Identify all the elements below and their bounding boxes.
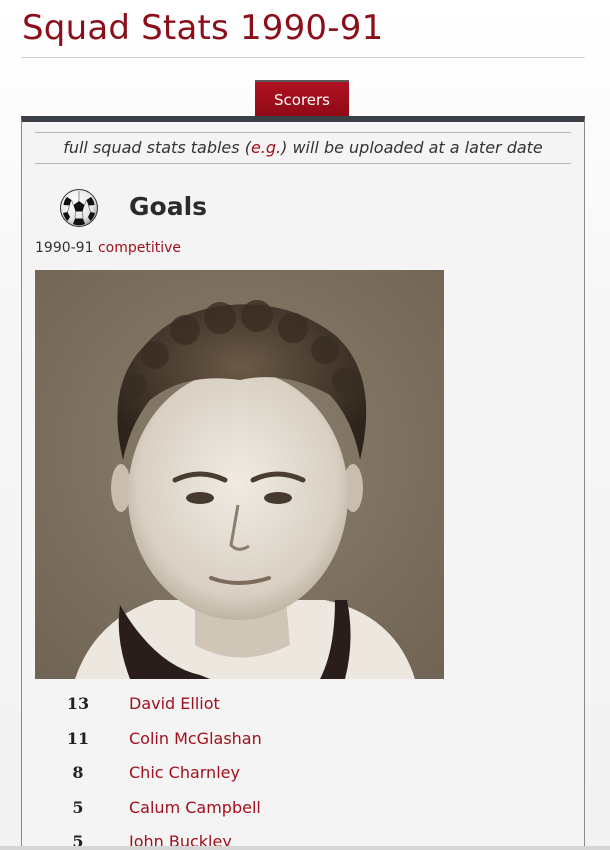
goal-count: 5 bbox=[72, 797, 84, 817]
scorer-row: 8 Chic Charnley bbox=[22, 759, 582, 794]
scorer-row: 5 Calum Campbell bbox=[22, 794, 582, 829]
scorers-list: 13 David Elliot 11 Colin McGlashan 8 Chi… bbox=[22, 690, 582, 850]
season-label: 1990-91 bbox=[35, 240, 94, 256]
scorer-row: 11 Colin McGlashan bbox=[22, 725, 582, 760]
scorer-row: 13 David Elliot bbox=[22, 690, 582, 725]
goal-count: 13 bbox=[66, 694, 90, 713]
football-icon bbox=[60, 189, 98, 227]
tab-scorers[interactable]: Scorers bbox=[255, 80, 349, 116]
player-link[interactable]: Chic Charnley bbox=[129, 763, 240, 782]
season-line: 1990-91 competitive bbox=[35, 240, 181, 256]
goal-count: 8 bbox=[72, 763, 84, 782]
player-link[interactable]: Calum Campbell bbox=[129, 798, 261, 817]
goal-count: 11 bbox=[66, 728, 90, 748]
player-link[interactable]: David Elliot bbox=[129, 694, 220, 713]
notice-text-after: ) will be uploaded at a later date bbox=[281, 138, 543, 157]
title-divider bbox=[21, 57, 585, 58]
page-title: Squad Stats 1990-91 bbox=[22, 8, 384, 48]
upload-notice: full squad stats tables (e.g.) will be u… bbox=[35, 132, 571, 164]
content-panel: full squad stats tables (e.g.) will be u… bbox=[21, 116, 585, 850]
example-link[interactable]: e.g. bbox=[251, 138, 281, 157]
tab-bar: Scorers bbox=[255, 80, 349, 116]
player-photo bbox=[35, 270, 444, 679]
notice-text-before: full squad stats tables ( bbox=[63, 138, 251, 157]
bottom-divider bbox=[0, 846, 610, 850]
goals-heading: Goals bbox=[129, 192, 208, 221]
competitive-link[interactable]: competitive bbox=[98, 240, 181, 256]
player-link[interactable]: Colin McGlashan bbox=[129, 729, 262, 748]
